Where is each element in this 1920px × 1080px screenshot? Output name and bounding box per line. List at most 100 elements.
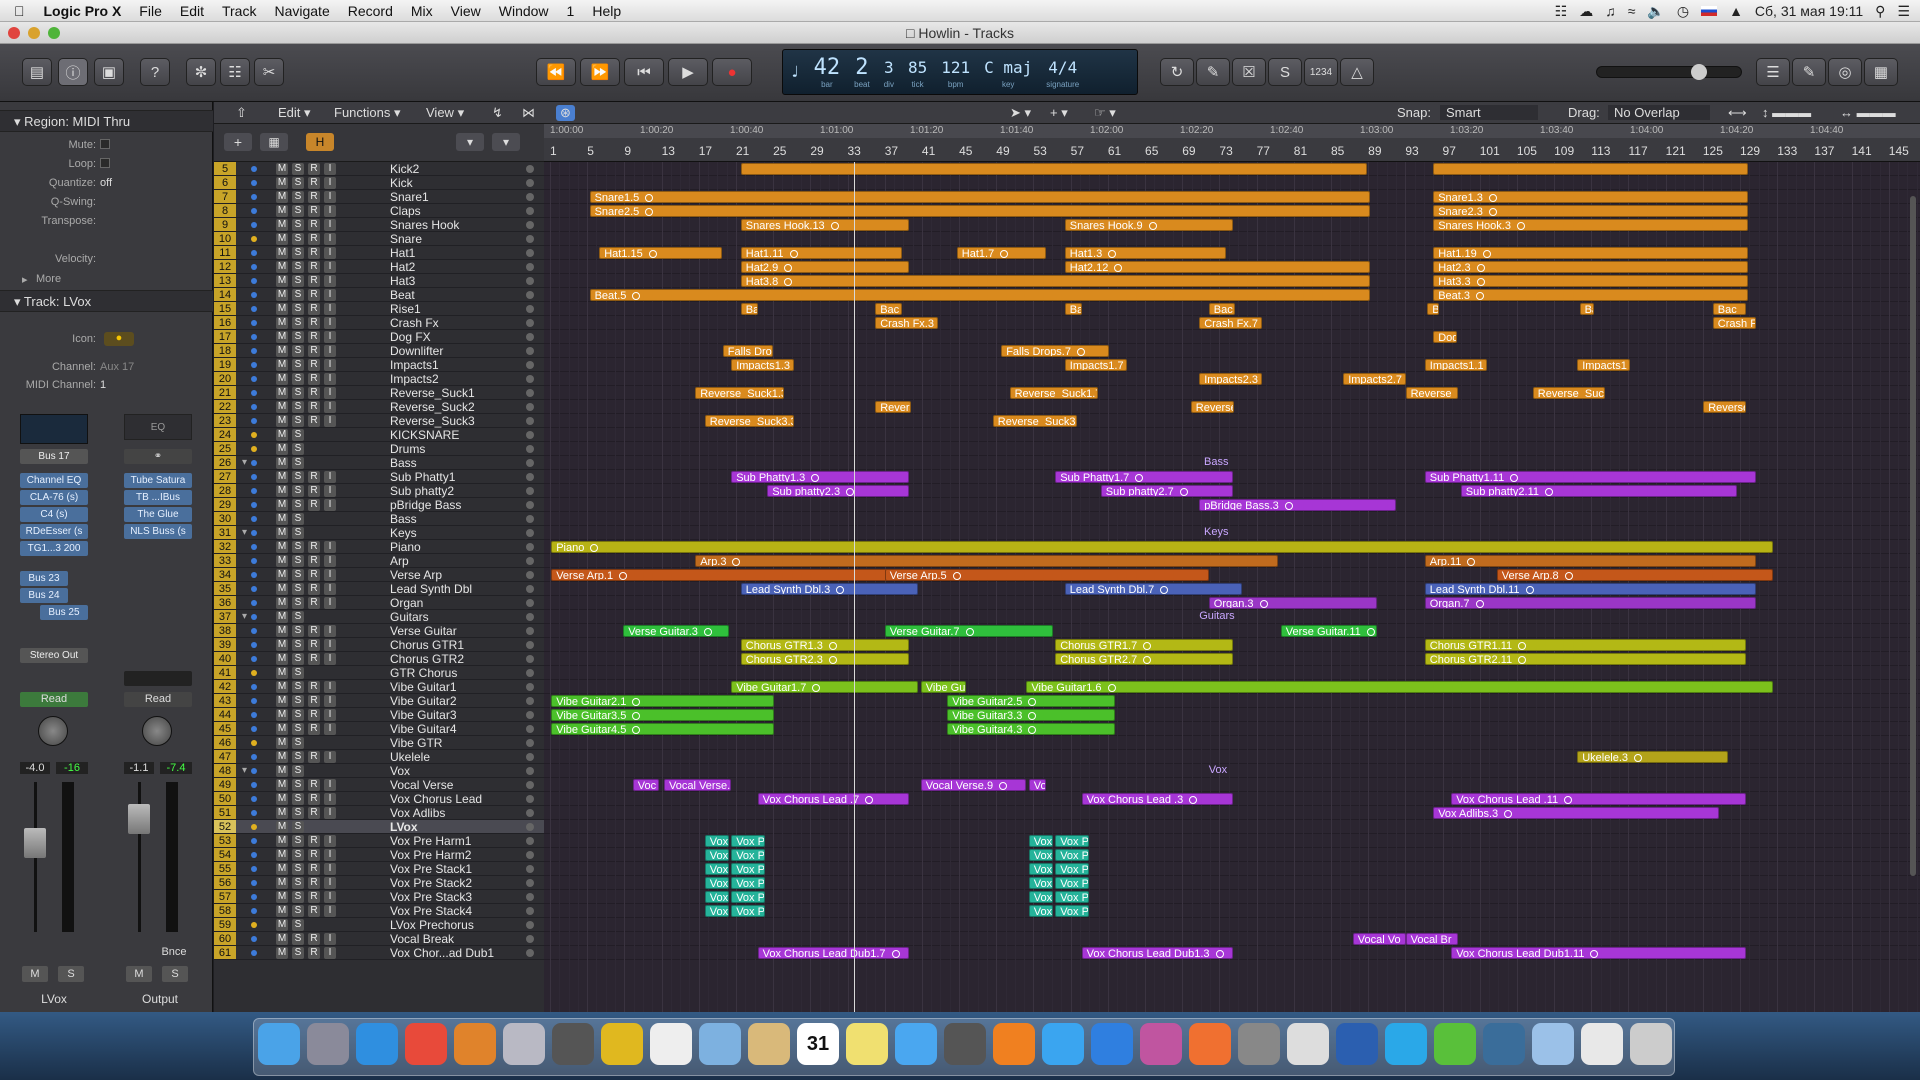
mute-button[interactable]: M	[276, 219, 288, 231]
track-header[interactable]: 6 M S R I Kick	[214, 176, 544, 190]
solo-button[interactable]: S	[292, 611, 304, 623]
input-monitor-button[interactable]: I	[324, 177, 336, 189]
record-enable-button[interactable]: R	[308, 779, 320, 791]
itunes-icon[interactable]	[1042, 1023, 1084, 1065]
mute-button[interactable]: M	[276, 275, 288, 287]
mute-button[interactable]: M	[276, 527, 288, 539]
mute-button[interactable]: M	[276, 471, 288, 483]
solo-button[interactable]: S	[292, 681, 304, 693]
mixer-button[interactable]: ☷	[220, 58, 250, 86]
eq-display[interactable]	[20, 414, 88, 444]
smart-controls-button[interactable]: ✼	[186, 58, 216, 86]
record-enable-button[interactable]: R	[308, 891, 320, 903]
master-volume-knob[interactable]	[1691, 64, 1707, 80]
track-name[interactable]: Dog FX	[390, 330, 431, 344]
plugin-slot-the-glue[interactable]: The Glue	[124, 507, 192, 522]
mute-button[interactable]: M	[276, 429, 288, 441]
plugin-slot-rdeesser[interactable]: RDeEsser (s	[20, 524, 88, 539]
region[interactable]: Crash Fx.3	[875, 317, 938, 329]
region[interactable]: Hat1.3	[1064, 247, 1226, 259]
volume-knob[interactable]	[526, 627, 534, 635]
track-name[interactable]: Sub Phatty1	[390, 470, 455, 484]
solo-button[interactable]: S	[292, 863, 304, 875]
solo-button[interactable]: S	[292, 723, 304, 735]
track-header[interactable]: 29 M S R IpBridge Bass	[214, 498, 544, 512]
record-enable-button[interactable]: R	[308, 569, 320, 581]
region[interactable]: Dog	[1433, 331, 1458, 343]
solo-button[interactable]: S	[292, 331, 304, 343]
notification-icon[interactable]: ☰	[1897, 3, 1910, 20]
mute-button[interactable]: M	[276, 653, 288, 665]
track-header[interactable]: 46 M S Vibe GTR	[214, 736, 544, 750]
region[interactable]: Snares Hook.3	[1433, 219, 1748, 231]
solo-button[interactable]: S	[292, 793, 304, 805]
record-enable-button[interactable]: R	[308, 905, 320, 917]
region[interactable]: Chorus GTR2.11	[1424, 653, 1747, 665]
region[interactable]: Verse Guitar.11	[1280, 625, 1377, 637]
region[interactable]: Sub phatty2.3	[767, 485, 909, 497]
solo-button[interactable]: S	[292, 737, 304, 749]
track-header[interactable]: 41 M S GTR Chorus	[214, 666, 544, 680]
input-monitor-button[interactable]: I	[324, 849, 336, 861]
record-enable-button[interactable]: R	[308, 359, 320, 371]
region[interactable]: Beat.3	[1433, 289, 1748, 301]
track-header[interactable]: 19 M S R I Impacts1	[214, 358, 544, 372]
track-header[interactable]: 15 M S R I Rise1	[214, 302, 544, 316]
photos-icon[interactable]	[1581, 1023, 1623, 1065]
record-enable-button[interactable]: R	[308, 191, 320, 203]
lcd-bpm[interactable]: 121 bpm	[934, 56, 977, 89]
mute-button[interactable]: M	[276, 247, 288, 259]
region[interactable]: Ukelele.3	[1577, 751, 1729, 763]
solo-button[interactable]: S	[292, 639, 304, 651]
solo-button[interactable]: S	[292, 485, 304, 497]
region[interactable]: Vibe Guitar4.5	[551, 723, 775, 735]
record-enable-button[interactable]: R	[308, 849, 320, 861]
region[interactable]: Vox P	[1055, 835, 1089, 847]
track-name[interactable]: Hat2	[390, 260, 415, 274]
plugin-slot-tg1[interactable]: TG1...3 200	[20, 541, 88, 556]
region[interactable]: Hat1.19	[1433, 247, 1748, 259]
track-name[interactable]: Vibe Guitar4	[390, 722, 457, 736]
send-slot-bus25[interactable]: Bus 25	[40, 605, 88, 620]
mute-button[interactable]: M	[276, 639, 288, 651]
track-name[interactable]: Ukelele	[390, 750, 430, 764]
region[interactable]: Vocal Br	[1405, 933, 1459, 945]
plugin-slot-c4[interactable]: C4 (s)	[20, 507, 88, 522]
toolbar-button[interactable]: ▣	[94, 58, 124, 86]
secondary-tool-icon[interactable]: ☞ ▾	[1094, 105, 1116, 121]
mute-button[interactable]: M	[276, 807, 288, 819]
track-name[interactable]: Kick2	[390, 162, 419, 176]
region[interactable]: Chorus GTR1.7	[1055, 639, 1233, 651]
solo-button[interactable]: S	[292, 191, 304, 203]
input-slot[interactable]: Bus 17	[20, 449, 88, 464]
region[interactable]: Vox	[1028, 863, 1053, 875]
region[interactable]: Reverse_Suck3.7	[992, 415, 1077, 427]
volume-knob[interactable]	[526, 179, 534, 187]
mute-button[interactable]: M	[276, 401, 288, 413]
mute-button[interactable]: M	[276, 933, 288, 945]
track-name[interactable]: Rise1	[390, 302, 421, 316]
mute-button[interactable]: M	[276, 835, 288, 847]
mute-button[interactable]: M	[276, 709, 288, 721]
solo-button[interactable]: S	[292, 303, 304, 315]
rocket-icon[interactable]	[1189, 1023, 1231, 1065]
input-monitor-button[interactable]: I	[324, 695, 336, 707]
volume-knob[interactable]	[526, 347, 534, 355]
vertical-scrollbar[interactable]	[1910, 196, 1916, 876]
track-name[interactable]: Kick	[390, 176, 413, 190]
mute-button[interactable]: M	[276, 905, 288, 917]
mute-button[interactable]: M	[276, 485, 288, 497]
qswing-row[interactable]: Q-Swing:	[0, 195, 213, 211]
volume-knob[interactable]	[526, 543, 534, 551]
mute-button[interactable]: M	[276, 415, 288, 427]
track-header[interactable]: 20 M S R I Impacts2	[214, 372, 544, 386]
track-header[interactable]: 23 M S R I Reverse_Suck3	[214, 414, 544, 428]
region[interactable]: Vox Chorus Lead Dub1.7	[757, 947, 909, 959]
input-monitor-button[interactable]: I	[324, 247, 336, 259]
mute-button[interactable]: M	[276, 695, 288, 707]
record-button[interactable]: ●	[712, 58, 752, 86]
track-header[interactable]: 60 M S R I Vocal Break	[214, 932, 544, 946]
input-monitor-button[interactable]: I	[324, 289, 336, 301]
region[interactable]: Vox P	[731, 905, 765, 917]
track-name[interactable]: Vibe Guitar1	[390, 680, 457, 694]
